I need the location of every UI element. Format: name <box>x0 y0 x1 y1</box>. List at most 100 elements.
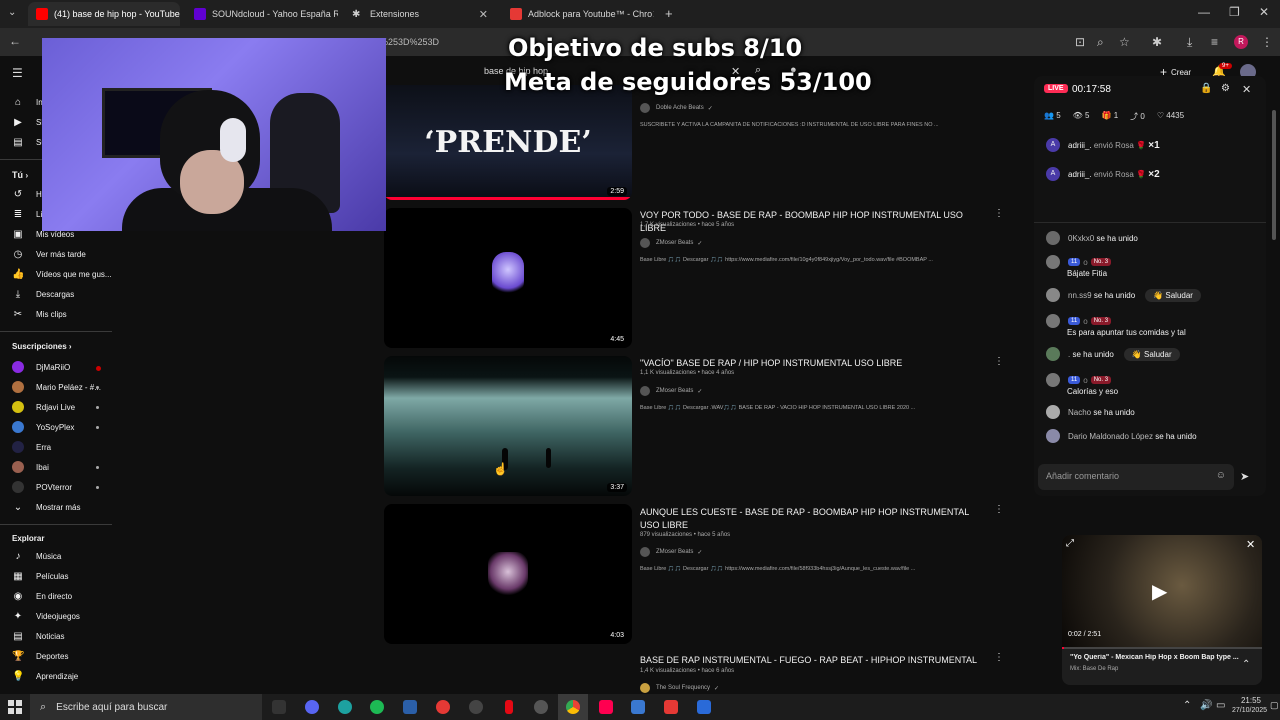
subscription-item[interactable]: DjMaRiiO <box>12 358 70 376</box>
expand-icon[interactable]: ⤢ <box>1066 538 1074 549</box>
sidebar-item-home[interactable]: ⌂ In <box>12 93 43 111</box>
reading-list-icon[interactable]: ≡ <box>1211 35 1218 49</box>
taskbar-search[interactable]: ⌕ Escribe aquí para buscar <box>30 694 262 720</box>
sidebar-item-news[interactable]: ▤ Noticias <box>12 627 64 645</box>
greet-button[interactable]: 👋 Saludar <box>1145 288 1201 302</box>
more-options-icon[interactable]: ⋮ <box>994 504 1004 515</box>
edge-icon[interactable] <box>338 700 352 714</box>
back-icon[interactable]: ← <box>9 34 21 48</box>
channel-link[interactable]: ZMoser Beats ✓ <box>640 386 702 396</box>
subscription-item[interactable]: Rdjavi Live <box>12 398 75 416</box>
tray-chevron-icon[interactable]: ⌃ <box>1183 700 1191 711</box>
tab-extensions[interactable]: ✱ Extensiones ✕ <box>344 2 496 26</box>
steam-icon[interactable] <box>534 700 548 714</box>
media-icon[interactable] <box>436 700 450 714</box>
chrome-icon[interactable] <box>566 700 580 714</box>
mini-player[interactable]: ▶ ⤢ ✕ 0:02 / 2:51 "Yo Queria" - Mexican … <box>1062 535 1262 685</box>
progress-track[interactable] <box>1062 647 1262 649</box>
subscription-item[interactable]: Mario Peláez - #... <box>12 378 101 396</box>
sidebar-item-playlists[interactable]: ≣ Li <box>12 205 42 223</box>
channel-link[interactable]: ZMoser Beats ✓ <box>640 238 702 248</box>
epic-games-icon[interactable] <box>272 700 286 714</box>
more-options-icon[interactable]: ⋮ <box>994 652 1004 663</box>
chevron-up-icon[interactable]: ⌃ <box>1242 659 1250 670</box>
tab-search-icon[interactable]: ⌄ <box>8 7 16 18</box>
subscription-item[interactable]: Erra <box>12 438 51 456</box>
sidebar-item-learning[interactable]: 💡 Aprendizaje <box>12 667 78 685</box>
security-icon[interactable] <box>664 700 678 714</box>
sidebar-item-gaming[interactable]: ✦ Videojuegos <box>12 607 80 625</box>
sidebar-item-history[interactable]: ↺ Hi <box>12 185 44 203</box>
zoom-icon[interactable]: ⌕ <box>1097 35 1104 50</box>
mini-player-video[interactable]: ▶ ⤢ ✕ 0:02 / 2:51 <box>1062 535 1262 647</box>
network-icon[interactable]: ▭ <box>1216 700 1225 711</box>
notifications-icon[interactable]: ▢ <box>1270 700 1279 711</box>
downloads-icon[interactable]: ⤓ <box>1187 35 1192 50</box>
minimize-icon[interactable]: — <box>1198 5 1210 19</box>
video-title[interactable]: BASE DE RAP INSTRUMENTAL - FUEGO - RAP B… <box>640 654 980 667</box>
clock-date[interactable]: 27/10/2025 <box>1232 707 1267 714</box>
play-icon[interactable]: ▶ <box>1152 579 1167 604</box>
tab-adblock[interactable]: Adblock para Youtube™ - Chro ✕ <box>502 2 654 26</box>
channel-link[interactable]: Doble Ache Beats ✓ <box>640 103 713 113</box>
video-title[interactable]: "VACÍO" BASE DE RAP / HIP HOP INSTRUMENT… <box>640 357 980 370</box>
obs-icon[interactable] <box>469 700 483 714</box>
sidebar-item-watch-later[interactable]: ◷ Ver más tarde <box>12 245 86 263</box>
comment-input[interactable]: Añadir comentario ☺ <box>1038 464 1234 490</box>
emoji-icon[interactable]: ☺ <box>1216 470 1226 481</box>
send-icon[interactable]: ➤ <box>1240 470 1249 483</box>
sidebar-item-shorts[interactable]: ▶ Sh <box>12 113 46 131</box>
video-title[interactable]: AUNQUE LES CUESTE - BASE DE RAP - BOOMBA… <box>640 506 980 532</box>
greet-button[interactable]: 👋 Saludar <box>1123 347 1180 361</box>
spotify-icon[interactable] <box>370 700 384 714</box>
sidebar-item-movies[interactable]: ▦ Películas <box>12 567 68 585</box>
menu-dots-icon[interactable]: ⋮ <box>1261 35 1273 49</box>
address-bar[interactable]: %253D%253D <box>380 37 439 47</box>
install-icon[interactable]: ⊡ <box>1075 35 1085 49</box>
subscriptions-section-header[interactable]: Suscripciones › <box>12 342 72 351</box>
video-thumbnail[interactable]: 4:45 <box>384 208 632 348</box>
you-section-header[interactable]: Tú › <box>12 170 28 180</box>
sidebar-item-clips[interactable]: ✂ Mis clips <box>12 305 67 323</box>
window-close-icon[interactable]: ✕ <box>1259 5 1269 19</box>
sidebar-item-sports[interactable]: 🏆 Deportes <box>12 647 68 665</box>
close-mini-icon[interactable]: ✕ <box>1246 538 1255 551</box>
defender-icon[interactable] <box>697 700 711 714</box>
windows-start-icon[interactable] <box>8 700 22 714</box>
discord-icon[interactable] <box>305 700 319 714</box>
video-thumbnail[interactable]: 4:03 <box>384 504 632 644</box>
tab-yahoo[interactable]: SOUNdcloud - Yahoo España R ✕ <box>186 2 338 26</box>
channel-link[interactable]: The Soul Frequency ✓ <box>640 683 719 693</box>
subscription-item[interactable]: POVterror <box>12 478 72 496</box>
sidebar-item-downloads[interactable]: ⤓ Descargas <box>12 285 74 303</box>
volume-icon[interactable]: 🔊 <box>1200 700 1212 711</box>
sidebar-item-live[interactable]: ◉ En directo <box>12 587 72 605</box>
profile-avatar[interactable]: R <box>1234 35 1248 49</box>
page-scrollbar[interactable] <box>1272 110 1276 240</box>
extensions-icon[interactable]: ✱ <box>1152 35 1162 49</box>
video-thumbnail[interactable]: ‘PRENDE’ 2:59 <box>384 85 632 200</box>
settings-gear-icon[interactable]: ⚙ <box>1221 83 1230 94</box>
subscription-item[interactable]: YoSoyPlex <box>12 418 74 436</box>
more-options-icon[interactable]: ⋮ <box>994 208 1004 219</box>
close-icon[interactable]: ✕ <box>652 8 654 21</box>
channel-link[interactable]: ZMoser Beats ✓ <box>640 547 702 557</box>
lock-icon[interactable]: 🔒 <box>1200 83 1212 94</box>
close-panel-icon[interactable]: ✕ <box>1242 83 1251 96</box>
show-more-button[interactable]: ⌄ Mostrar más <box>12 498 81 516</box>
bookmark-star-icon[interactable]: ☆ <box>1119 35 1130 49</box>
restore-icon[interactable]: ❐ <box>1229 5 1240 19</box>
calculator-icon[interactable] <box>403 700 417 714</box>
clock-time[interactable]: 21:55 <box>1236 696 1266 705</box>
tiktok-icon[interactable] <box>599 700 613 714</box>
sidebar-item-music[interactable]: ♪ Música <box>12 547 62 565</box>
close-icon[interactable]: ✕ <box>479 8 488 21</box>
store-icon[interactable] <box>631 700 645 714</box>
tab-youtube[interactable]: (41) base de hip hop - YouTube ✕ <box>28 2 180 26</box>
more-options-icon[interactable]: ⋮ <box>994 356 1004 367</box>
sidebar-item-liked[interactable]: 👍 Vídeos que me gus... <box>12 265 112 283</box>
new-tab-button[interactable]: + <box>665 6 673 21</box>
subscription-item[interactable]: Ibai <box>12 458 49 476</box>
video-thumbnail[interactable]: 3:37 <box>384 356 632 496</box>
sidebar-item-subscriptions[interactable]: ▤ Su <box>12 133 46 151</box>
